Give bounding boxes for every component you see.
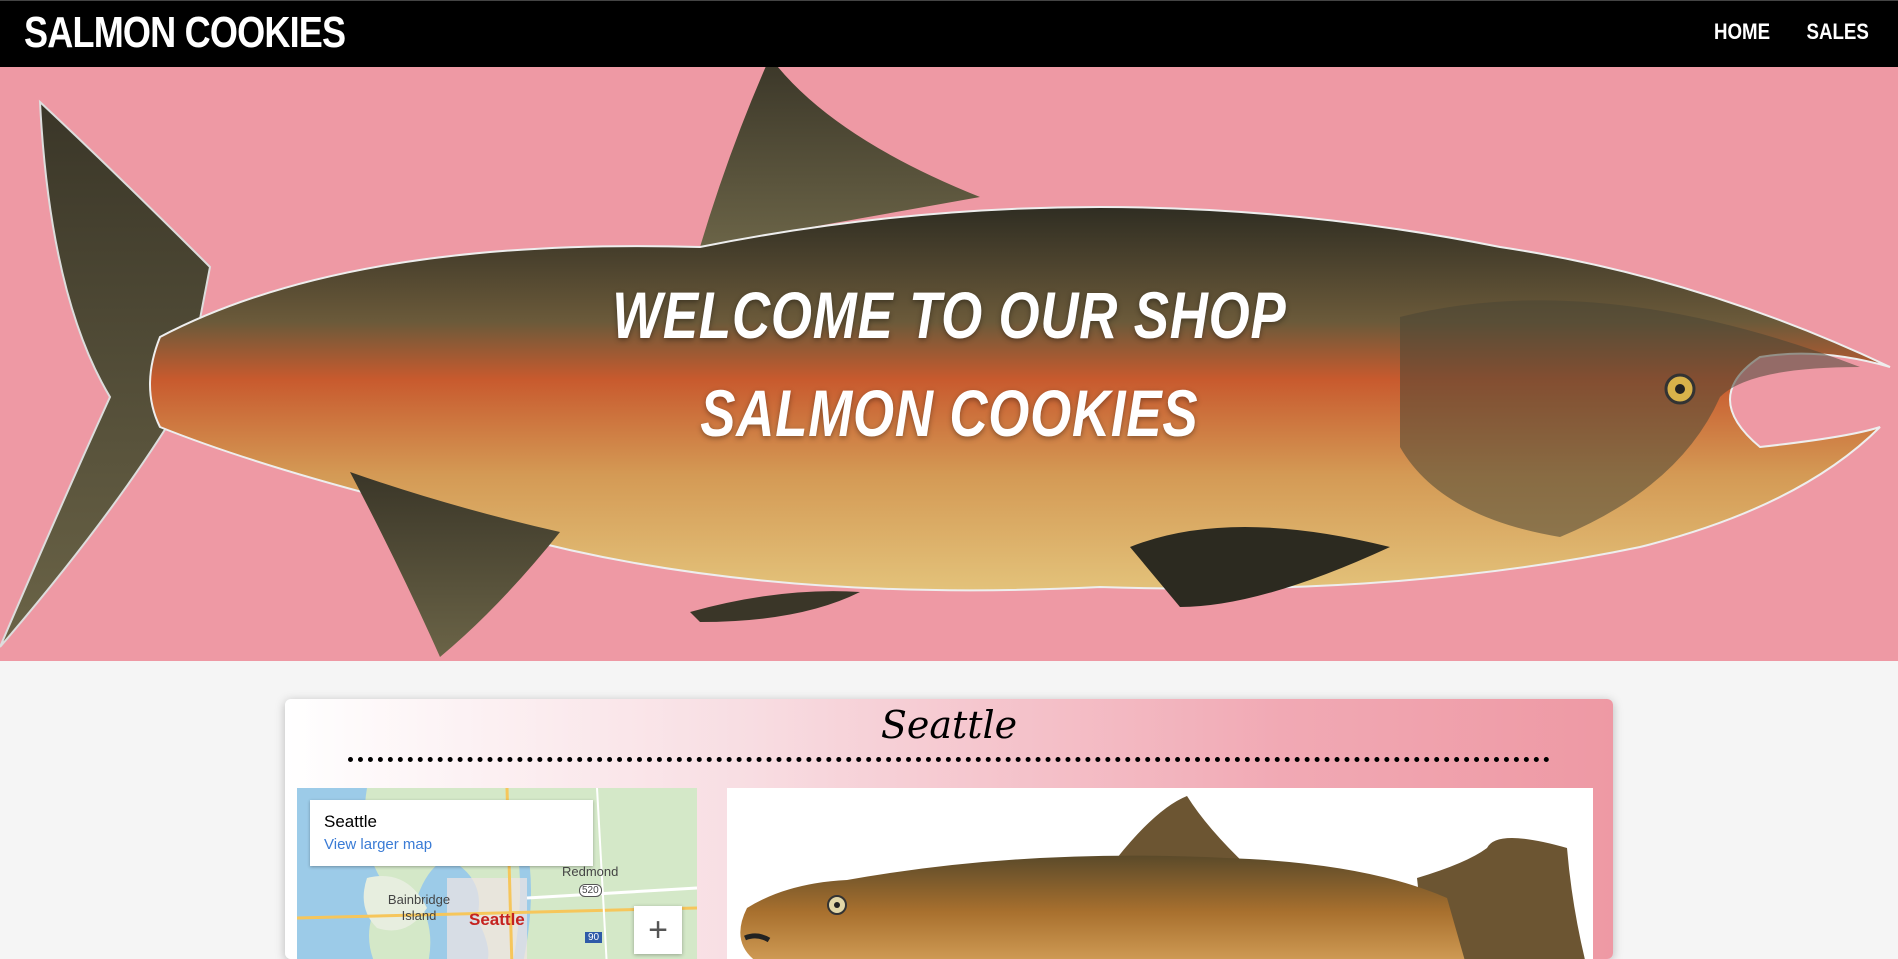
store-photo (727, 788, 1593, 959)
hero-heading-shop-name: SALMON COOKIES (0, 375, 1898, 451)
dotted-divider (348, 757, 1550, 762)
store-card: Seattle Seattle View larger map Redmond … (285, 699, 1613, 959)
map-place-name: Seattle (324, 812, 377, 831)
salmon-hero-image (0, 67, 1891, 657)
hero-heading-welcome: WELCOME TO OUR SHOP (0, 277, 1898, 353)
map-label-bainbridge: Bainbridge Island (387, 892, 451, 923)
nav-link-sales[interactable]: SALES (1806, 19, 1868, 45)
view-larger-map-link[interactable]: View larger map (324, 836, 432, 853)
map-info-box: Seattle View larger map (310, 800, 593, 866)
hero-heading-shop-name-text: SALMON COOKIES (699, 376, 1199, 450)
site-logo[interactable]: SALMON COOKIES (24, 8, 346, 58)
nav-links: HOME SALES (1709, 19, 1874, 45)
store-name: Seattle (880, 703, 1018, 747)
hero-banner: WELCOME TO OUR SHOP SALMON COOKIES (0, 67, 1898, 661)
trout-image (740, 796, 1585, 959)
store-map[interactable]: Seattle View larger map Redmond Bainbrid… (297, 788, 697, 959)
highway-90-shield: 90 (585, 932, 603, 943)
map-zoom-in-button[interactable]: + (634, 906, 682, 954)
nav-link-home[interactable]: HOME (1714, 19, 1770, 45)
navbar: SALMON COOKIES HOME SALES (0, 0, 1898, 67)
map-label-seattle: Seattle (469, 910, 525, 929)
map-label-redmond: Redmond (562, 864, 619, 879)
highway-520-shield: 520 (579, 884, 602, 897)
hero-heading-welcome-text: WELCOME TO OUR SHOP (611, 278, 1287, 352)
